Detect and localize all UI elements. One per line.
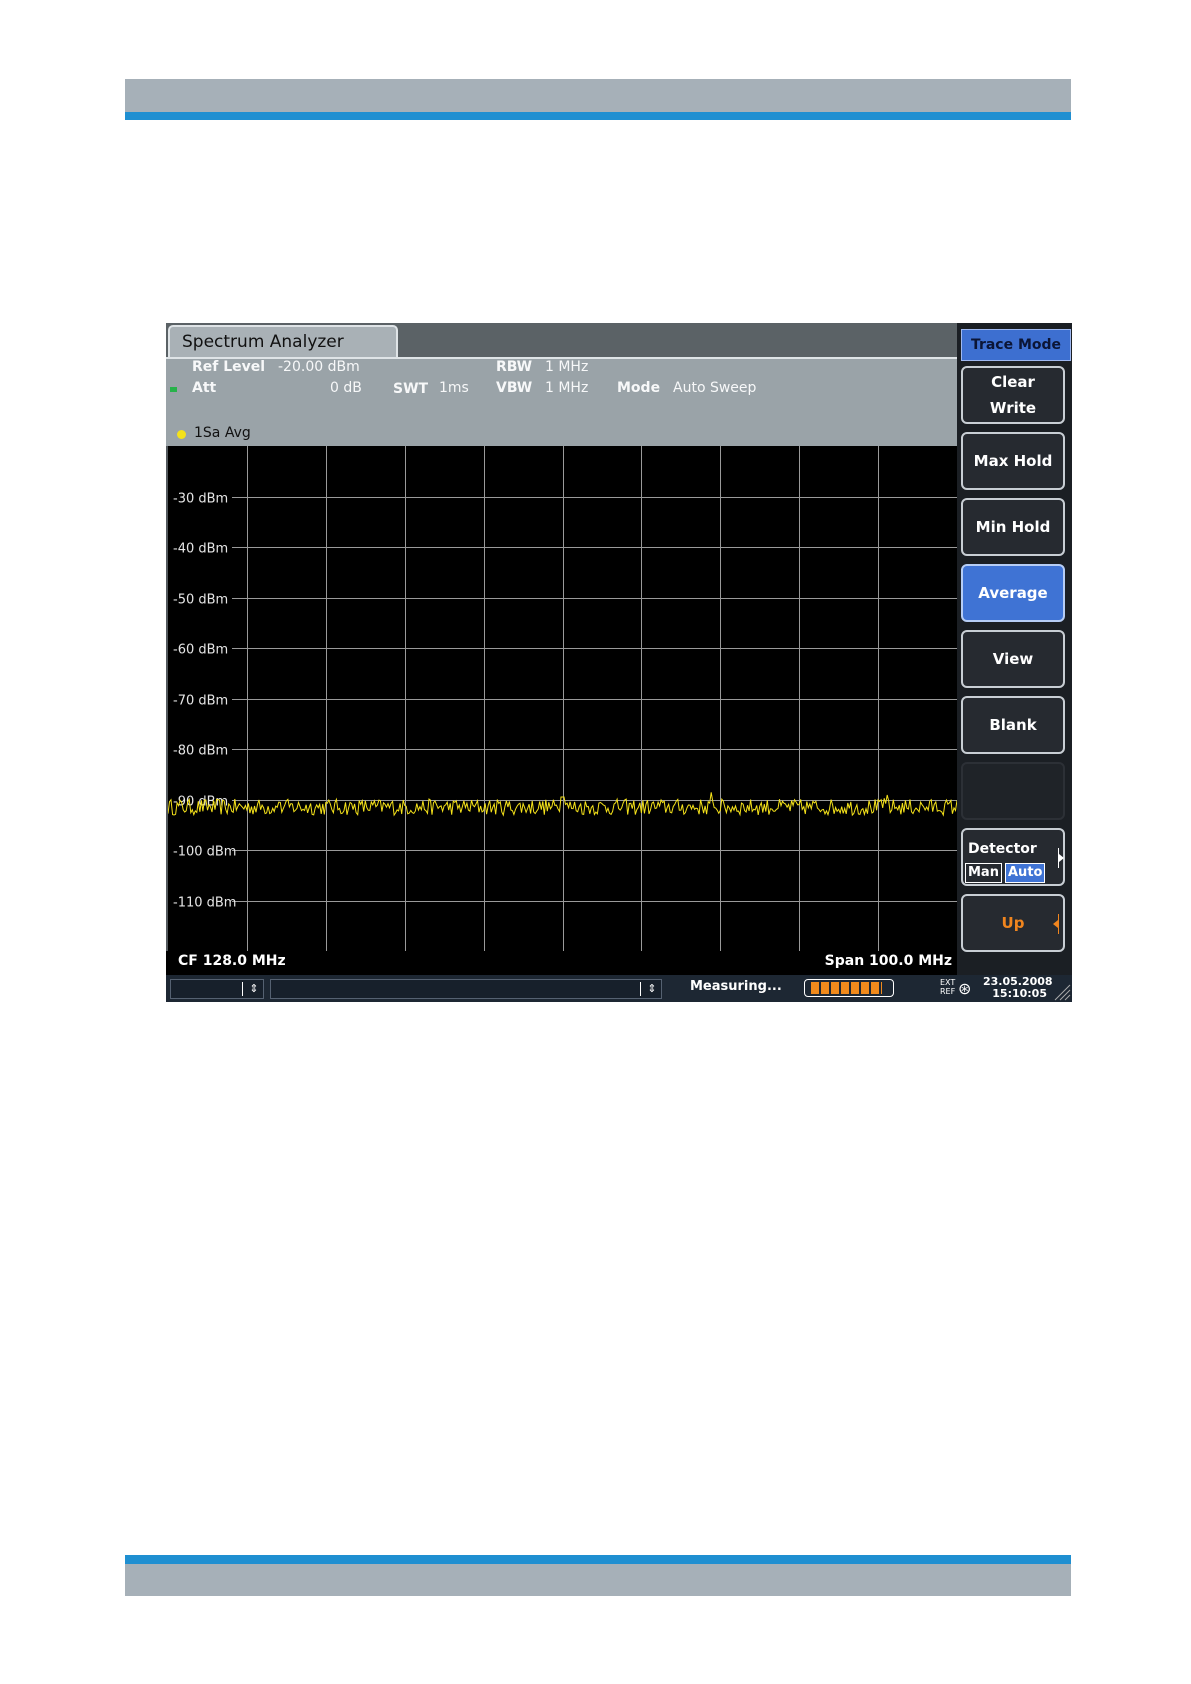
- rbw-label: RBW: [496, 359, 533, 375]
- swt-label: SWT: [393, 381, 429, 397]
- time: 15:10:05: [992, 987, 1047, 1000]
- up-down-arrows-icon: ⇕: [647, 982, 657, 995]
- vbw-label: VBW: [496, 380, 533, 396]
- trace-label: 1Sa Avg: [194, 425, 251, 441]
- y-tick-label: -50 dBm: [173, 593, 228, 608]
- header-band: [125, 79, 1071, 112]
- ext-ref-label: EXT REF: [940, 978, 956, 996]
- back-arrow-icon: [1053, 914, 1059, 934]
- tab-spectrum-analyzer[interactable]: Spectrum Analyzer: [168, 325, 398, 359]
- y-tick-label: -110 dBm: [173, 896, 236, 911]
- trace-line: [168, 792, 957, 817]
- header-stripe: [125, 112, 1071, 120]
- footer-stripe: [125, 1555, 1071, 1564]
- att-label: Att: [192, 380, 217, 396]
- y-tick-label: -70 dBm: [173, 694, 228, 709]
- sweep-progress-bar: [804, 979, 894, 997]
- att-indicator: [170, 387, 177, 392]
- clear-write-softkey[interactable]: Clear Write: [961, 366, 1065, 424]
- y-tick-label: -80 dBm: [173, 744, 228, 759]
- tab-title: Spectrum Analyzer: [182, 332, 344, 352]
- up-label: Up: [1001, 914, 1025, 932]
- ref-level-label: Ref Level: [192, 359, 266, 375]
- swt-value: 1ms: [439, 380, 469, 396]
- ref-level-value: -20.00 dBm: [278, 359, 360, 375]
- datetime: 23.05.2008 15:10:05: [983, 976, 1053, 1000]
- span: Span 100.0 MHz: [824, 953, 952, 969]
- footer-band: [125, 1564, 1071, 1596]
- trace-color-dot: [177, 430, 186, 439]
- view-softkey[interactable]: View: [961, 630, 1065, 688]
- status-selector-1[interactable]: ⇕: [170, 979, 264, 999]
- y-tick-label: -100 dBm: [173, 845, 236, 860]
- up-softkey[interactable]: Up: [961, 894, 1065, 952]
- empty-softkey: [961, 762, 1065, 820]
- trace-info-strip: [166, 425, 957, 446]
- measuring-status: Measuring...: [690, 979, 782, 994]
- spectrum-chart: -30 dBm -40 dBm -50 dBm -60 dBm -70 dBm -80 d…: [168, 446, 957, 951]
- max-hold-softkey[interactable]: Max Hold: [961, 432, 1065, 490]
- ext-ref-icon: ⊛: [958, 979, 972, 998]
- submenu-arrow-icon: [1058, 848, 1064, 868]
- mode-label: Mode: [617, 380, 661, 396]
- spectrum-plot[interactable]: -30 dBm -40 dBm -50 dBm -60 dBm -70 dBm -80 d…: [168, 446, 957, 951]
- y-tick-label: -30 dBm: [173, 492, 228, 507]
- sweep-progress-fill: [811, 982, 883, 994]
- analyzer-screen: Spectrum Analyzer Ref Level -20.00 dBm A…: [166, 323, 1072, 1002]
- resize-grip-icon[interactable]: [1051, 981, 1071, 1001]
- center-frequency: CF 128.0 MHz: [178, 953, 286, 969]
- y-tick-label: -40 dBm: [173, 542, 228, 557]
- detector-auto-option[interactable]: Auto: [1005, 863, 1046, 883]
- detector-man-option[interactable]: Man: [965, 863, 1002, 883]
- mode-value: Auto Sweep: [673, 380, 757, 396]
- average-softkey[interactable]: Average: [961, 564, 1065, 622]
- detector-softkey[interactable]: Detector Man Auto: [961, 828, 1065, 886]
- vbw-value: 1 MHz: [545, 380, 589, 396]
- blank-softkey[interactable]: Blank: [961, 696, 1065, 754]
- up-down-arrows-icon: ⇕: [249, 982, 259, 995]
- att-value: 0 dB: [330, 380, 362, 396]
- detector-label: Detector: [968, 841, 1037, 857]
- status-selector-2[interactable]: ⇕: [270, 979, 662, 999]
- softkey-menu-title: Trace Mode: [961, 329, 1071, 361]
- rbw-value: 1 MHz: [545, 359, 589, 375]
- min-hold-softkey[interactable]: Min Hold: [961, 498, 1065, 556]
- y-tick-label: -60 dBm: [173, 643, 228, 658]
